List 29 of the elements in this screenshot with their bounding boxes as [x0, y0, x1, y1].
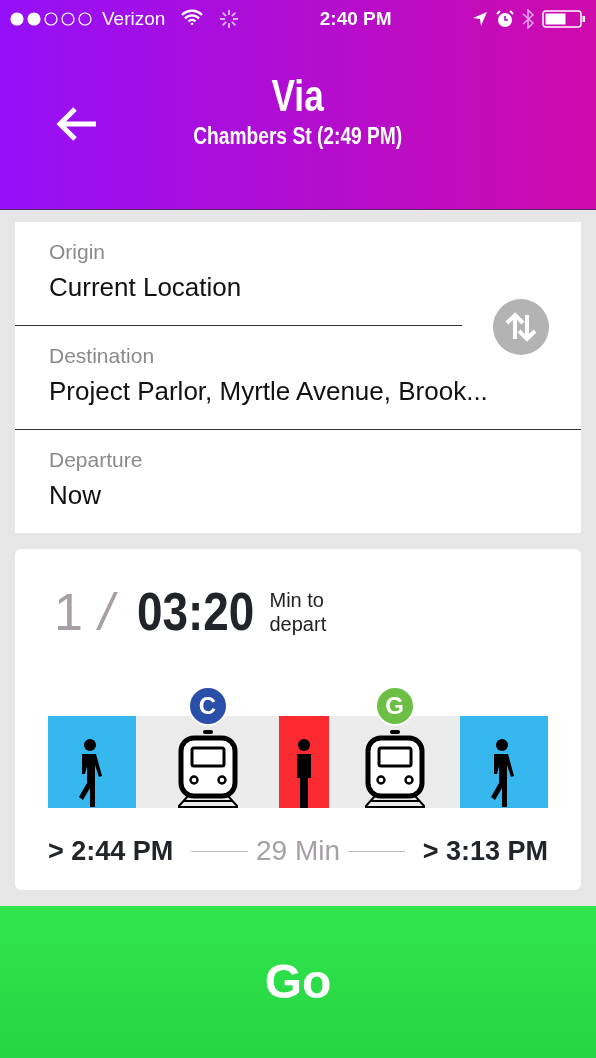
field-label: Origin — [49, 239, 107, 265]
standing-person-icon — [294, 738, 314, 808]
back-arrow-icon[interactable] — [56, 106, 98, 142]
line-badge: C — [187, 686, 228, 726]
carrier-name: Verizon — [102, 6, 166, 31]
arrival-time: > 3:13 PM — [422, 834, 548, 868]
line-badge: G — [374, 686, 415, 726]
location-arrow-icon — [472, 11, 488, 27]
screen-title: Via — [271, 74, 325, 118]
field-value[interactable]: Now — [49, 475, 581, 515]
bluetooth-icon — [522, 9, 534, 29]
countdown: 03:20 — [137, 580, 255, 643]
alarm-clock-icon — [496, 10, 514, 28]
loading-spinner-icon — [219, 9, 240, 29]
screen-subtitle: Chambers St (2:49 PM) — [193, 121, 403, 151]
field-label: Destination — [49, 343, 156, 369]
train-icon — [177, 730, 238, 808]
wifi-icon — [181, 9, 204, 25]
field-value[interactable]: Project Parlor, Myrtle Avenue, Brook... — [49, 371, 581, 411]
train-icon — [364, 730, 425, 808]
trip-index: 1 — [54, 581, 83, 643]
countdown-label: Min to depart — [269, 587, 328, 636]
field-label: Departure — [49, 447, 144, 473]
signal-icon — [10, 12, 94, 26]
clock-time: 2:40 PM — [319, 6, 392, 31]
trip-duration: 29 Min — [256, 834, 341, 868]
battery-icon — [542, 10, 586, 28]
field-value[interactable]: Current Location — [49, 267, 581, 307]
departure-time: > 2:44 PM — [48, 834, 174, 868]
